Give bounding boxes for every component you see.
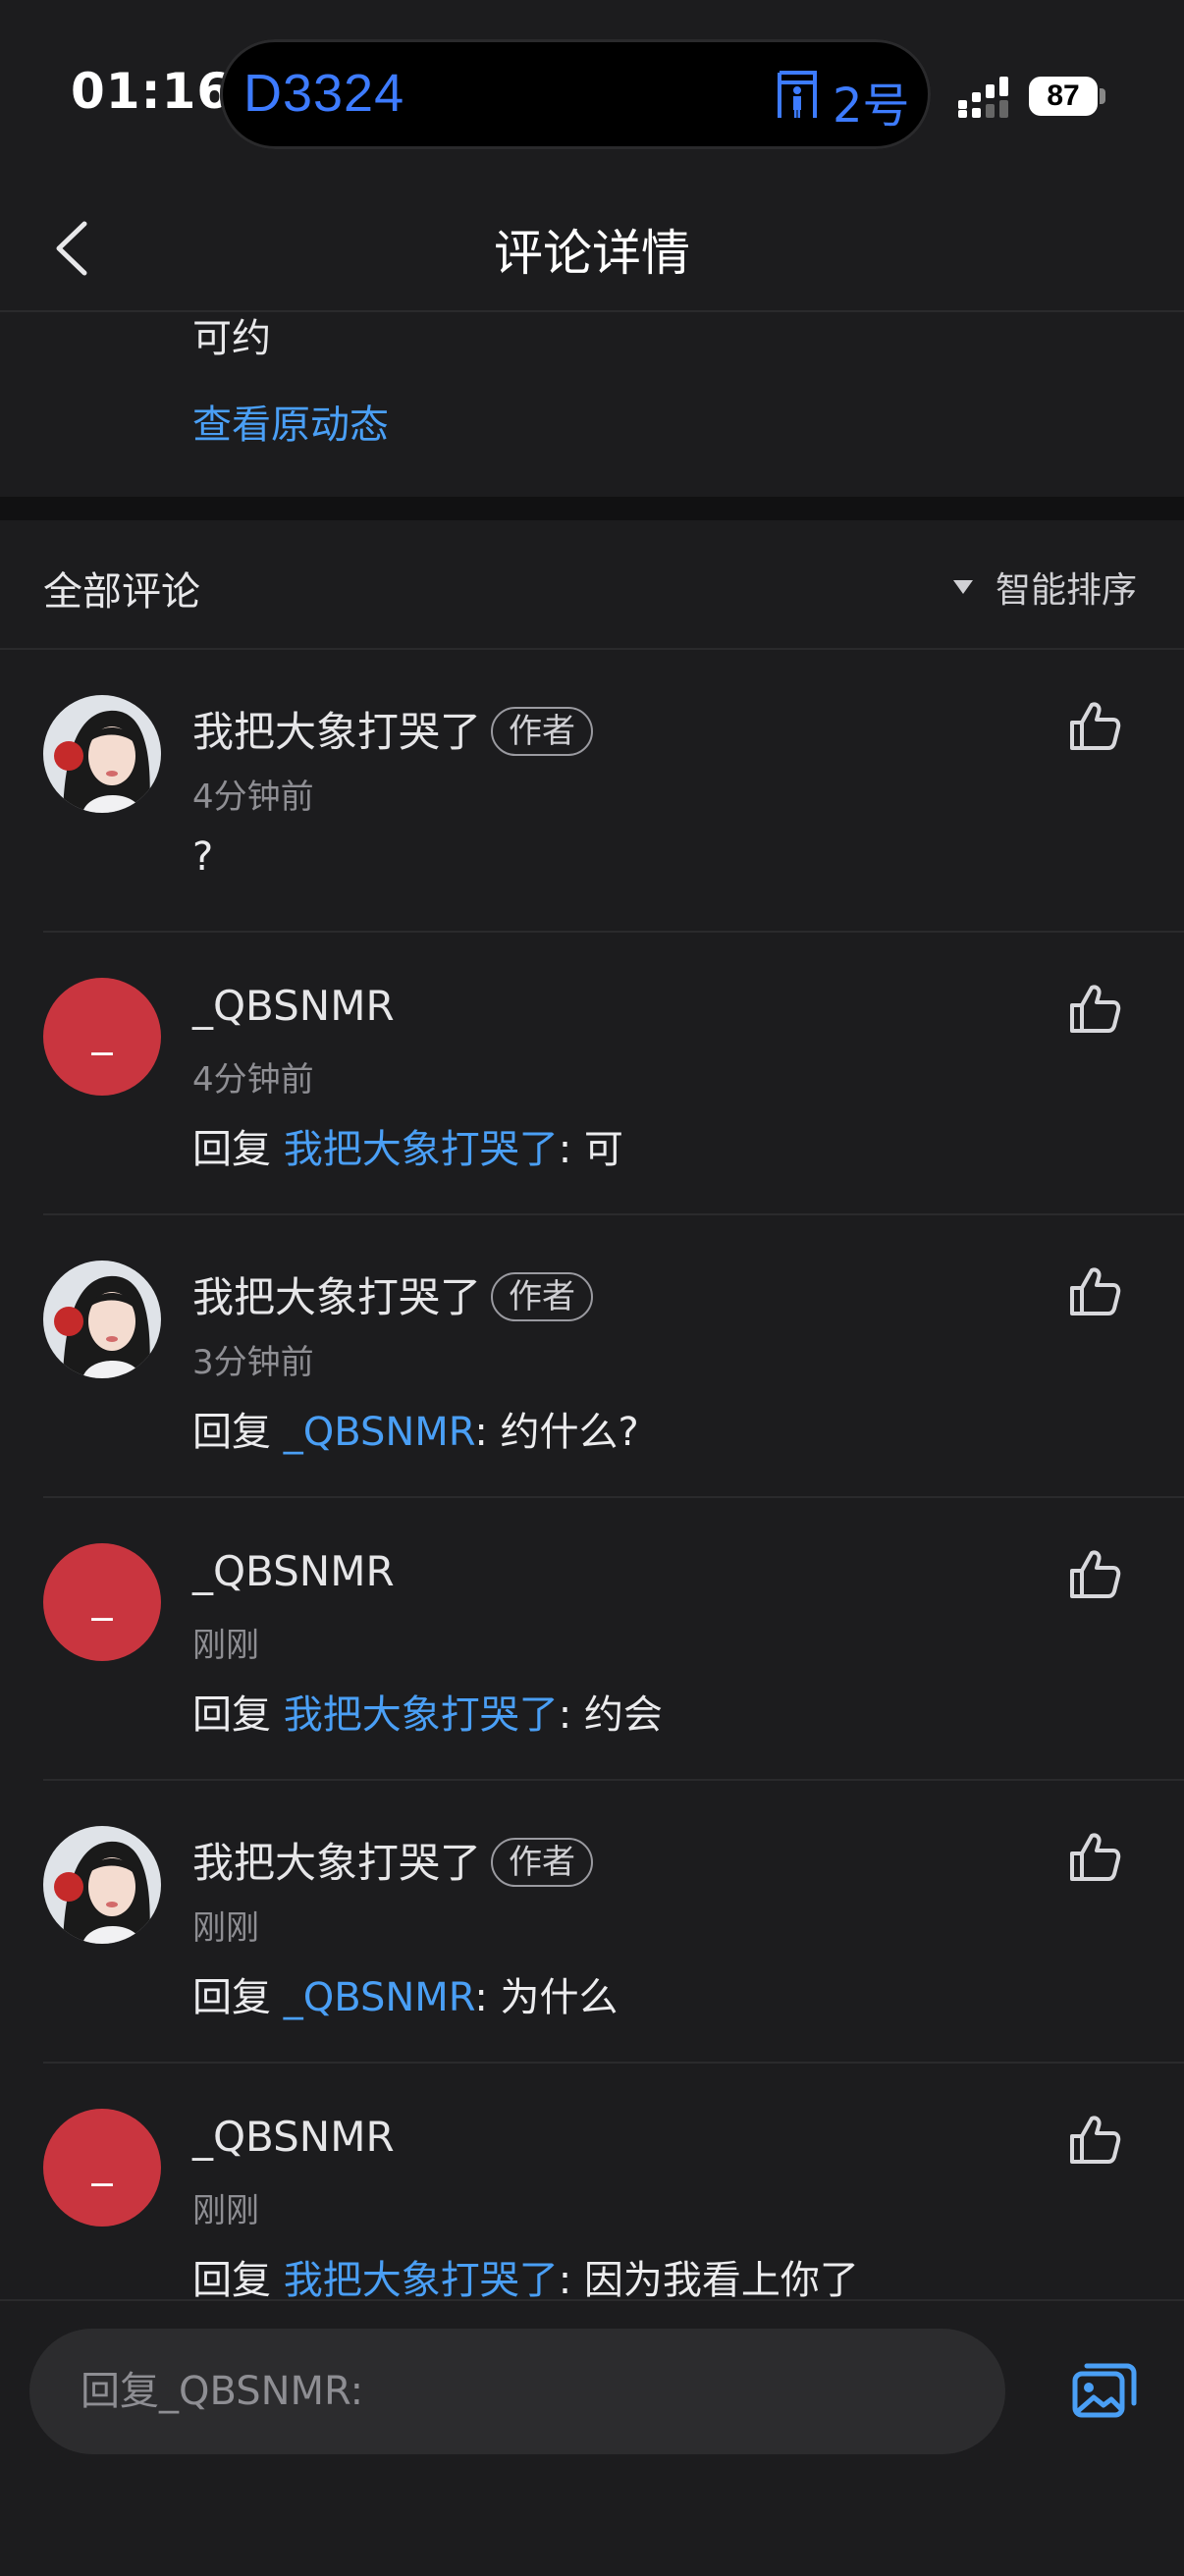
comment-item[interactable]: 我把大象打哭了 作者 3分钟前回复 _QBSNMR: 约什么? (0, 1215, 1184, 1498)
status-time: 01:16 (71, 63, 233, 120)
username[interactable]: _QBSNMR (192, 2113, 395, 2161)
reply-prefix: 回复 (192, 1410, 284, 1455)
avatar[interactable]: _ (43, 978, 161, 1096)
comment-text: 回复 我把大象打哭了: 约会 (192, 1683, 663, 1740)
avatar[interactable] (43, 1826, 161, 1944)
comment-body: : 因为我看上你了 (558, 2258, 859, 2303)
mention-link[interactable]: _QBSNMR (284, 1410, 475, 1455)
comment-item[interactable]: 我把大象打哭了 作者刚刚回复 _QBSNMR: 为什么 (0, 1781, 1184, 2064)
like-icon[interactable] (1068, 1264, 1121, 1317)
mention-link[interactable]: 我把大象打哭了 (284, 1127, 559, 1172)
username-row[interactable]: 我把大象打哭了 作者 (192, 1830, 594, 1890)
comment-body: : 约什么? (474, 1410, 639, 1455)
comment-text: 回复 _QBSNMR: 为什么 (192, 1965, 619, 2022)
dynamic-island: D3324 2号 (220, 39, 931, 149)
section-separator (0, 497, 1184, 520)
view-original-link[interactable]: 查看原动态 (192, 393, 389, 450)
comment-body: ? (192, 834, 214, 880)
reply-bar (0, 2299, 1184, 2576)
comment-body: : 为什么 (474, 1975, 619, 2020)
comment-item[interactable]: 我把大象打哭了 作者 4分钟前? (0, 650, 1184, 933)
comment-text: 回复 _QBSNMR: 约什么? (192, 1400, 639, 1457)
username-row[interactable]: 我把大象打哭了 作者 (192, 1264, 594, 1324)
like-icon[interactable] (1068, 1547, 1121, 1600)
like-icon[interactable] (1068, 2113, 1121, 2166)
all-comments-label: 全部评论 (43, 569, 200, 615)
like-icon[interactable] (1068, 982, 1121, 1035)
comment-item[interactable]: _ _QBSNMR 刚刚回复 我把大象打哭了: 约会 (0, 1498, 1184, 1781)
author-badge: 作者 (491, 1838, 594, 1887)
author-badge: 作者 (491, 707, 594, 756)
comment-time: 4分钟前 (192, 1060, 314, 1100)
username-row[interactable]: _QBSNMR (192, 2113, 395, 2161)
username-row[interactable]: _QBSNMR (192, 1547, 395, 1595)
username[interactable]: 我把大象打哭了 (192, 1839, 481, 1887)
avatar[interactable] (43, 695, 161, 813)
comment-item[interactable]: _ _QBSNMR 4分钟前回复 我把大象打哭了: 可 (0, 933, 1184, 1215)
mention-link[interactable]: 我把大象打哭了 (284, 2258, 559, 2303)
sort-label: 智能排序 (995, 570, 1137, 611)
comment-body: : 可 (558, 1127, 623, 1172)
sort-button[interactable]: 智能排序 (952, 562, 1137, 613)
comment-time: 3分钟前 (192, 1343, 314, 1382)
comment-body: : 约会 (558, 1692, 663, 1738)
comment-time: 刚刚 (192, 1908, 259, 1948)
username[interactable]: 我把大象打哭了 (192, 708, 481, 756)
reply-prefix: 回复 (192, 1692, 284, 1738)
comment-time: 刚刚 (192, 1626, 259, 1665)
username-row[interactable]: _QBSNMR (192, 982, 395, 1030)
image-icon[interactable] (1072, 2360, 1137, 2419)
comment-time: 刚刚 (192, 2191, 259, 2230)
mention-link[interactable]: 我把大象打哭了 (284, 1692, 559, 1738)
reply-prefix: 回复 (192, 1975, 284, 2020)
username-row[interactable]: 我把大象打哭了 作者 (192, 699, 594, 759)
author-badge: 作者 (491, 1272, 594, 1321)
comment-text: 回复 我把大象打哭了: 可 (192, 1117, 623, 1174)
reply-prefix: 回复 (192, 1127, 284, 1172)
reply-prefix: 回复 (192, 2258, 284, 2303)
like-icon[interactable] (1068, 699, 1121, 752)
train-number: D3324 (243, 64, 405, 123)
sort-triangle-icon (952, 580, 973, 594)
comment-time: 4分钟前 (192, 778, 314, 817)
avatar[interactable]: _ (43, 2109, 161, 2227)
header-divider (0, 310, 1184, 312)
coach-icon (778, 71, 817, 118)
signal-icon (958, 77, 1008, 118)
reply-input[interactable] (29, 2329, 1005, 2454)
battery-indicator: 87 (1029, 77, 1098, 116)
comment-text: ? (192, 834, 213, 880)
avatar[interactable] (43, 1261, 161, 1378)
username[interactable]: 我把大象打哭了 (192, 1273, 481, 1321)
comment-text: 回复 我把大象打哭了: 因为我看上你了 (192, 2248, 859, 2305)
mention-link[interactable]: _QBSNMR (284, 1975, 475, 2020)
like-icon[interactable] (1068, 1830, 1121, 1883)
page-title: 评论详情 (494, 225, 690, 282)
status-bar: 01:16 D3324 2号 87 (0, 0, 1184, 187)
avatar[interactable]: _ (43, 1543, 161, 1661)
post-text: 可约 (192, 316, 271, 361)
username[interactable]: _QBSNMR (192, 1547, 395, 1595)
coach-number: 2号 (833, 79, 910, 134)
battery-cap (1100, 88, 1105, 104)
username[interactable]: _QBSNMR (192, 982, 395, 1030)
